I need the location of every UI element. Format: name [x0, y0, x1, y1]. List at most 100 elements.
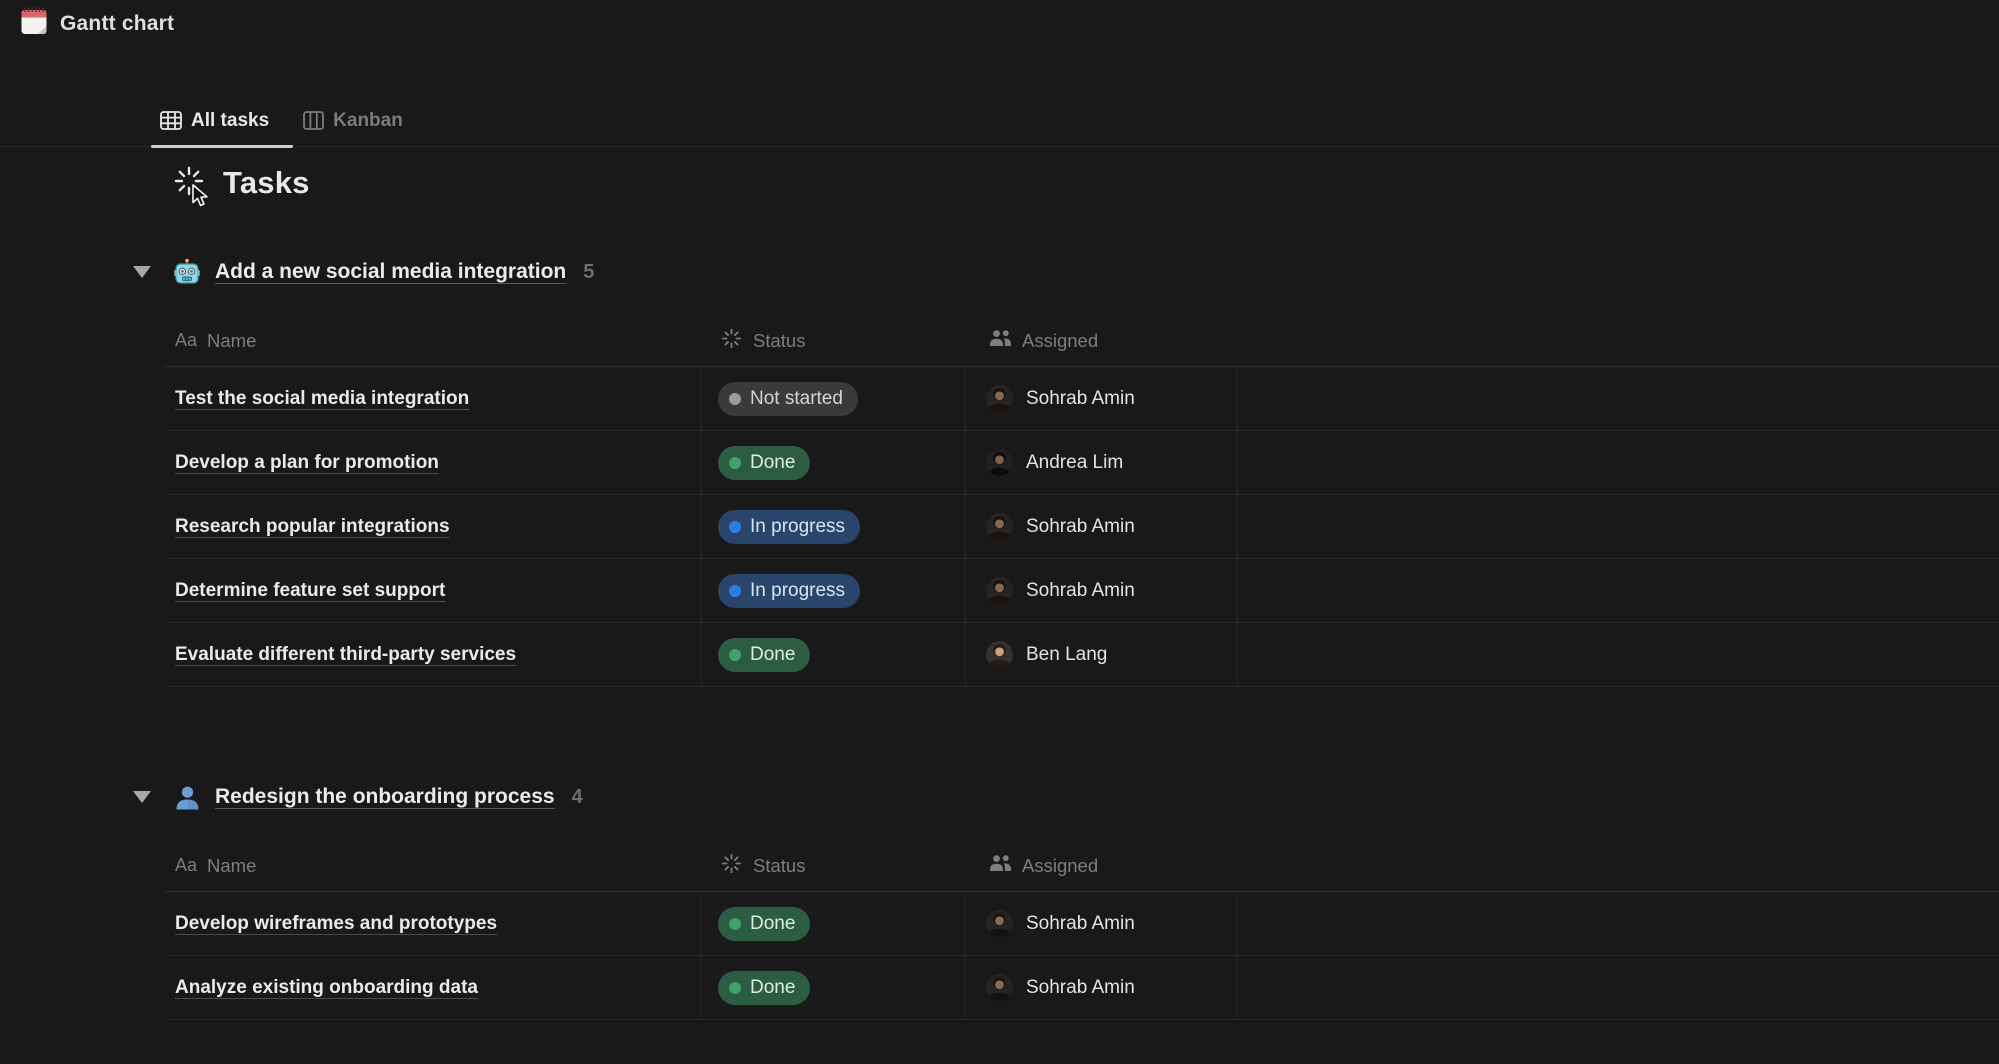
- text-property-icon: Aa: [175, 855, 197, 876]
- column-header-spacer: [1238, 315, 1999, 366]
- people-icon: [989, 854, 1012, 877]
- robot-icon: [173, 258, 201, 286]
- table-row: Test the social media integration Not st…: [165, 367, 1999, 431]
- status-label: Done: [750, 452, 795, 474]
- task-name[interactable]: Analyze existing onboarding data: [175, 977, 478, 999]
- cell-spacer: [1238, 623, 1999, 686]
- cell-assigned[interactable]: Sohrab Amin: [966, 495, 1238, 558]
- cell-spacer: [1238, 956, 1999, 1019]
- cell-assigned[interactable]: Sohrab Amin: [966, 892, 1238, 955]
- avatar: [986, 577, 1013, 604]
- cell-spacer: [1238, 431, 1999, 494]
- task-name[interactable]: Research popular integrations: [175, 516, 450, 538]
- cell-name[interactable]: Research popular integrations: [165, 495, 702, 558]
- status-label: Done: [750, 644, 795, 666]
- status-dot-icon: [729, 521, 741, 533]
- cell-status[interactable]: Not started: [702, 367, 966, 430]
- cell-status[interactable]: Done: [702, 431, 966, 494]
- mouse-cursor: [191, 184, 213, 213]
- column-header-assigned[interactable]: Assigned: [966, 840, 1238, 891]
- status-badge[interactable]: Done: [718, 638, 810, 672]
- group-title[interactable]: Redesign the onboarding process: [215, 785, 555, 809]
- cell-status[interactable]: Done: [702, 892, 966, 955]
- page-title: Gantt chart: [60, 12, 174, 36]
- column-name-label: Name: [207, 855, 256, 877]
- status-label: Not started: [750, 388, 843, 410]
- cell-name[interactable]: Develop a plan for promotion: [165, 431, 702, 494]
- cell-assigned[interactable]: Andrea Lim: [966, 431, 1238, 494]
- status-dot-icon: [729, 457, 741, 469]
- cell-status[interactable]: In progress: [702, 495, 966, 558]
- column-header-status[interactable]: Status: [702, 315, 966, 366]
- column-assigned-label: Assigned: [1022, 330, 1098, 352]
- column-header-name[interactable]: Aa Name: [165, 840, 702, 891]
- status-badge[interactable]: In progress: [718, 574, 860, 608]
- table-row: Research popular integrations In progres…: [165, 495, 1999, 559]
- tab-all-tasks-label: All tasks: [191, 110, 269, 132]
- cell-name[interactable]: Test the social media integration: [165, 367, 702, 430]
- heading-title: Tasks: [223, 165, 310, 201]
- column-header-name[interactable]: Aa Name: [165, 315, 702, 366]
- kanban-view-icon: [303, 111, 324, 130]
- avatar: [986, 449, 1013, 476]
- view-tabbar: All tasks Kanban: [0, 95, 1999, 147]
- cell-assigned[interactable]: Ben Lang: [966, 623, 1238, 686]
- cell-name[interactable]: Develop wireframes and prototypes: [165, 892, 702, 955]
- status-badge[interactable]: Done: [718, 971, 810, 1005]
- cell-assigned[interactable]: Sohrab Amin: [966, 559, 1238, 622]
- task-name[interactable]: Test the social media integration: [175, 388, 469, 410]
- cell-assigned[interactable]: Sohrab Amin: [966, 956, 1238, 1019]
- status-badge[interactable]: In progress: [718, 510, 860, 544]
- group-header: Add a new social media integration 5: [133, 252, 1999, 292]
- task-name[interactable]: Develop wireframes and prototypes: [175, 913, 497, 935]
- tab-all-tasks[interactable]: All tasks: [160, 95, 269, 146]
- group-count: 4: [572, 786, 583, 809]
- status-label: In progress: [750, 580, 845, 602]
- person-icon: [173, 783, 201, 811]
- cell-name[interactable]: Analyze existing onboarding data: [165, 956, 702, 1019]
- table-row: Develop a plan for promotion Done Andrea…: [165, 431, 1999, 495]
- avatar: [986, 385, 1013, 412]
- column-header-status[interactable]: Status: [702, 840, 966, 891]
- cell-name[interactable]: Determine feature set support: [165, 559, 702, 622]
- group-count: 5: [583, 261, 594, 284]
- avatar: [986, 641, 1013, 668]
- group-title[interactable]: Add a new social media integration: [215, 260, 566, 284]
- tab-kanban[interactable]: Kanban: [303, 95, 403, 146]
- cell-status[interactable]: Done: [702, 956, 966, 1019]
- status-badge[interactable]: Done: [718, 907, 810, 941]
- task-name[interactable]: Evaluate different third-party services: [175, 644, 516, 666]
- task-group: Redesign the onboarding process 4 Aa Nam…: [0, 777, 1999, 1020]
- cell-assigned[interactable]: Sohrab Amin: [966, 367, 1238, 430]
- cell-status[interactable]: In progress: [702, 559, 966, 622]
- cell-status[interactable]: Done: [702, 623, 966, 686]
- task-name[interactable]: Determine feature set support: [175, 580, 445, 602]
- avatar: [986, 513, 1013, 540]
- table-row: Analyze existing onboarding data Done So…: [165, 956, 1999, 1020]
- status-dot-icon: [729, 585, 741, 597]
- tasks-table: Aa Name: [165, 840, 1999, 1020]
- status-badge[interactable]: Not started: [718, 382, 858, 416]
- text-property-icon: Aa: [175, 330, 197, 351]
- table-row: Evaluate different third-party services …: [165, 623, 1999, 687]
- status-dot-icon: [729, 982, 741, 994]
- assignee-name: Sohrab Amin: [1026, 977, 1135, 999]
- task-name[interactable]: Develop a plan for promotion: [175, 452, 439, 474]
- status-dot-icon: [729, 393, 741, 405]
- status-badge[interactable]: Done: [718, 446, 810, 480]
- cell-name[interactable]: Evaluate different third-party services: [165, 623, 702, 686]
- status-spinner-icon: [721, 853, 742, 879]
- table-row: Determine feature set support In progres…: [165, 559, 1999, 623]
- cell-spacer: [1238, 892, 1999, 955]
- status-label: Done: [750, 977, 795, 999]
- page-header: Gantt chart: [20, 6, 174, 41]
- assignee-name: Ben Lang: [1026, 644, 1107, 666]
- avatar: [986, 910, 1013, 937]
- column-header-assigned[interactable]: Assigned: [966, 315, 1238, 366]
- table-header-row: Aa Name: [165, 315, 1999, 367]
- status-label: In progress: [750, 516, 845, 538]
- collapse-toggle-icon[interactable]: [133, 791, 151, 803]
- tasks-table: Aa Name: [165, 315, 1999, 687]
- column-name-label: Name: [207, 330, 256, 352]
- collapse-toggle-icon[interactable]: [133, 266, 151, 278]
